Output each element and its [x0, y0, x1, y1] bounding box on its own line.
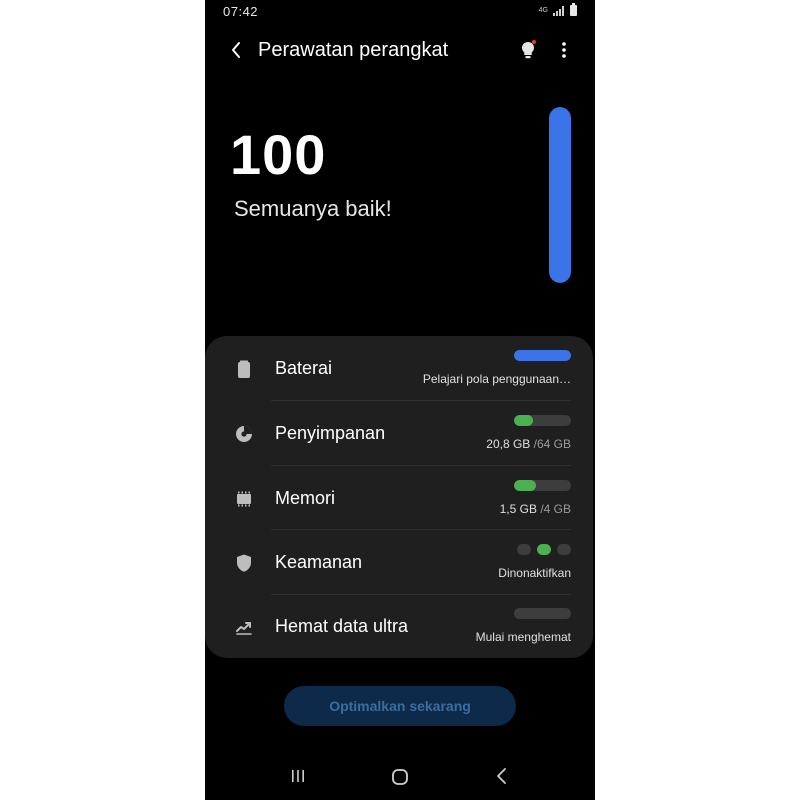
lightbulb-icon [522, 40, 536, 59]
row-data-saver[interactable]: Hemat data ultra Mulai menghemat [205, 594, 593, 658]
security-sub-text: Dinonaktifkan [498, 566, 571, 580]
security-dot [517, 544, 531, 555]
row-security[interactable]: Keamanan Dinonaktifkan [205, 530, 593, 594]
row-label-storage: Penyimpanan [275, 423, 386, 443]
page-title: Perawatan perangkat [258, 39, 449, 61]
memory-chip-icon [237, 491, 251, 507]
status-card: Baterai Pelajari pola penggunaan… Penyim… [205, 336, 593, 658]
storage-pie-icon [236, 426, 252, 442]
status-bar: 07:42 4G [205, 0, 595, 24]
status-icons: 4G [538, 3, 577, 16]
navigation-bar [205, 752, 595, 800]
home-icon[interactable] [391, 768, 409, 786]
data-saver-bar [514, 608, 571, 619]
memory-bar [514, 480, 571, 491]
battery-bar-fill [514, 350, 571, 361]
battery-sub-text: Pelajari pola penggunaan… [422, 372, 571, 386]
recent-apps-icon[interactable] [290, 768, 306, 784]
storage-sub-text: 20,8 GB /64 GB [486, 437, 571, 451]
score-gauge-fill [549, 107, 571, 283]
chevron-left-icon [232, 42, 240, 58]
data-saver-icon [236, 622, 252, 635]
tips-button[interactable] [517, 38, 539, 62]
battery-status-icon [570, 3, 577, 16]
nav-back-icon[interactable] [495, 767, 509, 785]
row-label-battery: Baterai [275, 358, 333, 378]
row-battery[interactable]: Baterai Pelajari pola penggunaan… [205, 336, 593, 400]
storage-total: /64 GB [533, 437, 571, 451]
signal-icon [553, 5, 565, 16]
security-dot [537, 544, 551, 555]
battery-bar [514, 350, 571, 361]
memory-bar-fill [514, 480, 536, 491]
score-gauge [549, 107, 571, 283]
memory-total: /4 GB [540, 502, 571, 516]
memory-used: 1,5 GB [499, 502, 537, 516]
score-status-text: Semuanya baik! [234, 196, 392, 221]
storage-used: 20,8 GB [486, 437, 531, 451]
row-label-security: Keamanan [275, 552, 363, 572]
back-button[interactable] [225, 38, 249, 62]
device-score: 100 [230, 123, 327, 186]
more-options-button[interactable] [553, 38, 575, 62]
security-dot [557, 544, 571, 555]
header: Perawatan perangkat [205, 30, 595, 70]
storage-bar [514, 415, 571, 426]
row-memory[interactable]: Memori 1,5 GB /4 GB [205, 466, 593, 530]
more-vertical-icon [562, 42, 566, 58]
storage-bar-fill [514, 415, 533, 426]
phone-screen: 07:42 4G Perawatan perangkat 100 Semuany… [205, 0, 595, 800]
network-type-label: 4G [538, 7, 548, 14]
row-label-data-saver: Hemat data ultra [275, 616, 409, 636]
memory-sub-text: 1,5 GB /4 GB [500, 502, 571, 516]
row-storage[interactable]: Penyimpanan 20,8 GB /64 GB [205, 401, 593, 465]
data-saver-sub-text: Mulai menghemat [475, 630, 571, 644]
shield-icon [237, 554, 251, 572]
row-label-memory: Memori [275, 488, 336, 508]
optimize-now-button[interactable]: Optimalkan sekarang [284, 686, 516, 726]
security-status-dots [517, 544, 571, 555]
battery-icon [238, 360, 250, 378]
status-time: 07:42 [223, 4, 259, 19]
